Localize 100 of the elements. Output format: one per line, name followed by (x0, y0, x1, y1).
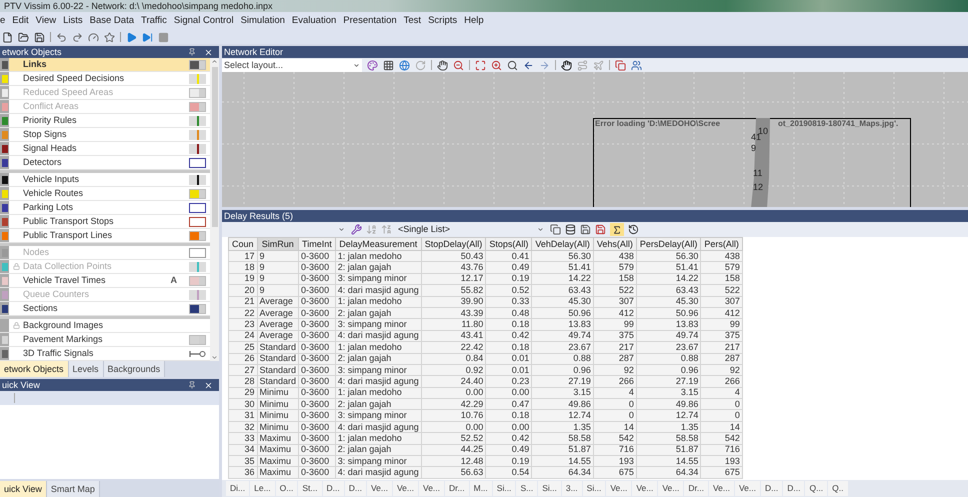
search-icon[interactable] (507, 60, 518, 70)
copy-icon[interactable] (615, 60, 626, 70)
scrollbar[interactable] (210, 58, 219, 361)
menu-item[interactable]: Signal Control (174, 16, 234, 26)
list-tab[interactable]: Di... (226, 481, 250, 496)
grid-icon[interactable] (383, 60, 394, 70)
open-folder-icon[interactable] (18, 32, 29, 42)
menu-item[interactable]: Base Data (90, 16, 134, 26)
list-tab[interactable]: Ve... (392, 481, 418, 496)
column-header[interactable]: Stops(All) (486, 238, 532, 250)
panel-tab[interactable]: Smart Map (46, 481, 100, 497)
save-icon[interactable] (34, 32, 45, 42)
list-tab[interactable]: D... (783, 481, 804, 496)
pin-icon[interactable] (188, 48, 196, 56)
menu-item[interactable]: Scripts (428, 16, 458, 26)
list-tab[interactable]: D... (761, 481, 782, 496)
list-tab[interactable]: D... (344, 481, 366, 496)
list-tab[interactable]: Q.. (828, 481, 848, 496)
star-icon[interactable] (104, 32, 115, 42)
save-icon[interactable] (580, 224, 591, 235)
hand-icon[interactable] (561, 60, 572, 70)
wrench-icon[interactable] (351, 224, 362, 235)
panel-tab[interactable]: uick View (0, 481, 47, 497)
list-tab[interactable]: Si... (492, 481, 516, 496)
column-header[interactable]: VehDelay(All) (532, 238, 594, 250)
network-object-item[interactable]: Public Transport Stops (0, 215, 210, 229)
list-tab[interactable]: Q... (805, 481, 828, 496)
network-object-item[interactable]: Vehicle Inputs (0, 173, 210, 187)
column-header[interactable]: Pers(All) (700, 238, 742, 250)
panel-tab[interactable]: Backgrounds (104, 361, 166, 377)
network-object-item[interactable]: Stop Signs (0, 128, 210, 142)
list-tab[interactable]: Ve... (419, 481, 444, 496)
network-object-item[interactable]: Parking Lots (0, 201, 210, 215)
column-header[interactable]: TimeInt (298, 238, 336, 250)
scroll-up-icon[interactable] (211, 58, 218, 65)
list-tab[interactable]: Ve... (708, 481, 734, 496)
network-object-item[interactable]: Priority Rules (0, 114, 210, 128)
database-icon[interactable] (565, 224, 576, 235)
scroll-down-icon[interactable] (211, 354, 218, 361)
column-header[interactable]: SimRun (257, 238, 299, 250)
list-tab[interactable]: Ve... (366, 481, 392, 496)
network-object-item[interactable]: 3D Traffic Signals (0, 347, 210, 361)
list-tab[interactable]: M... (470, 481, 492, 496)
network-object-item[interactable]: Signal Heads (0, 142, 210, 156)
menu-item[interactable]: Help (464, 16, 484, 26)
close-icon[interactable] (204, 48, 213, 56)
menu-item[interactable]: Simulation (240, 16, 285, 26)
redo-icon[interactable] (72, 32, 83, 42)
network-object-item[interactable]: Sections (0, 302, 210, 316)
column-header[interactable]: Coun (228, 238, 258, 250)
users-icon[interactable] (631, 60, 642, 70)
list-tab[interactable]: Dr... (684, 481, 708, 496)
save-as-icon[interactable] (595, 224, 606, 235)
panel-tab[interactable]: etwork Objects (0, 361, 69, 377)
history-icon[interactable] (628, 224, 639, 235)
copy-icon[interactable] (550, 224, 561, 235)
menu-item[interactable]: Lists (63, 16, 83, 26)
list-select[interactable]: <Single List> (396, 224, 546, 236)
zoom-all-icon[interactable] (475, 60, 486, 70)
menu-item[interactable]: View (36, 16, 56, 26)
list-tab[interactable]: Ve... (658, 481, 684, 496)
step-icon[interactable] (142, 32, 153, 42)
network-object-item[interactable]: Detectors (0, 156, 210, 170)
column-header[interactable]: DelayMeasurement (335, 238, 422, 250)
network-object-item[interactable]: Desired Speed Decisions (0, 72, 210, 86)
sum-toggle[interactable] (610, 223, 624, 236)
network-object-item[interactable]: Vehicle Routes (0, 187, 210, 201)
scroll-thumb[interactable] (212, 67, 218, 227)
hand-icon[interactable] (437, 60, 448, 70)
list-tab[interactable]: Si... (582, 481, 606, 496)
column-header[interactable]: PersDelay(All) (636, 238, 701, 250)
layout-select[interactable]: Select layout... (222, 58, 362, 72)
list-tab[interactable]: Ve... (606, 481, 632, 496)
list-tab[interactable]: Dr... (445, 481, 469, 496)
close-icon[interactable] (204, 380, 213, 390)
pin-icon[interactable] (188, 381, 196, 389)
list-tab[interactable]: Le... (250, 481, 275, 496)
menu-item[interactable]: Test (404, 16, 422, 26)
panel-tab[interactable]: Levels (68, 361, 104, 377)
list-tab[interactable]: Ve... (632, 481, 658, 496)
network-canvas[interactable]: Error loading 'D:\MEDOHO\Scree ot_20190819-180741_Maps.jpg'. 10 41 9 11 12 (222, 72, 968, 207)
zoom-in-icon[interactable] (491, 60, 502, 70)
network-object-item[interactable]: Background Images (0, 319, 210, 333)
list-tab[interactable]: D... (322, 481, 344, 496)
network-object-item[interactable]: Pavement Markings (0, 333, 210, 347)
list-tab[interactable]: Ve... (734, 481, 760, 496)
play-icon[interactable] (126, 32, 137, 42)
zoom-out-icon[interactable] (453, 60, 464, 70)
column-header[interactable]: Vehs(All) (593, 238, 636, 250)
new-file-icon[interactable] (2, 32, 13, 42)
list-tab[interactable]: Si... (538, 481, 561, 496)
menu-item[interactable]: Presentation (343, 16, 397, 26)
list-tab[interactable]: St... (298, 481, 322, 496)
network-object-item[interactable]: Vehicle Travel Times A (0, 274, 210, 288)
column-header[interactable]: StopDelay(All) (421, 238, 486, 250)
gauge-icon[interactable] (88, 32, 99, 42)
menu-item[interactable]: e (0, 16, 6, 26)
list-tab[interactable]: O... (276, 481, 298, 496)
back-icon[interactable] (523, 60, 534, 70)
globe-icon[interactable] (399, 60, 410, 70)
